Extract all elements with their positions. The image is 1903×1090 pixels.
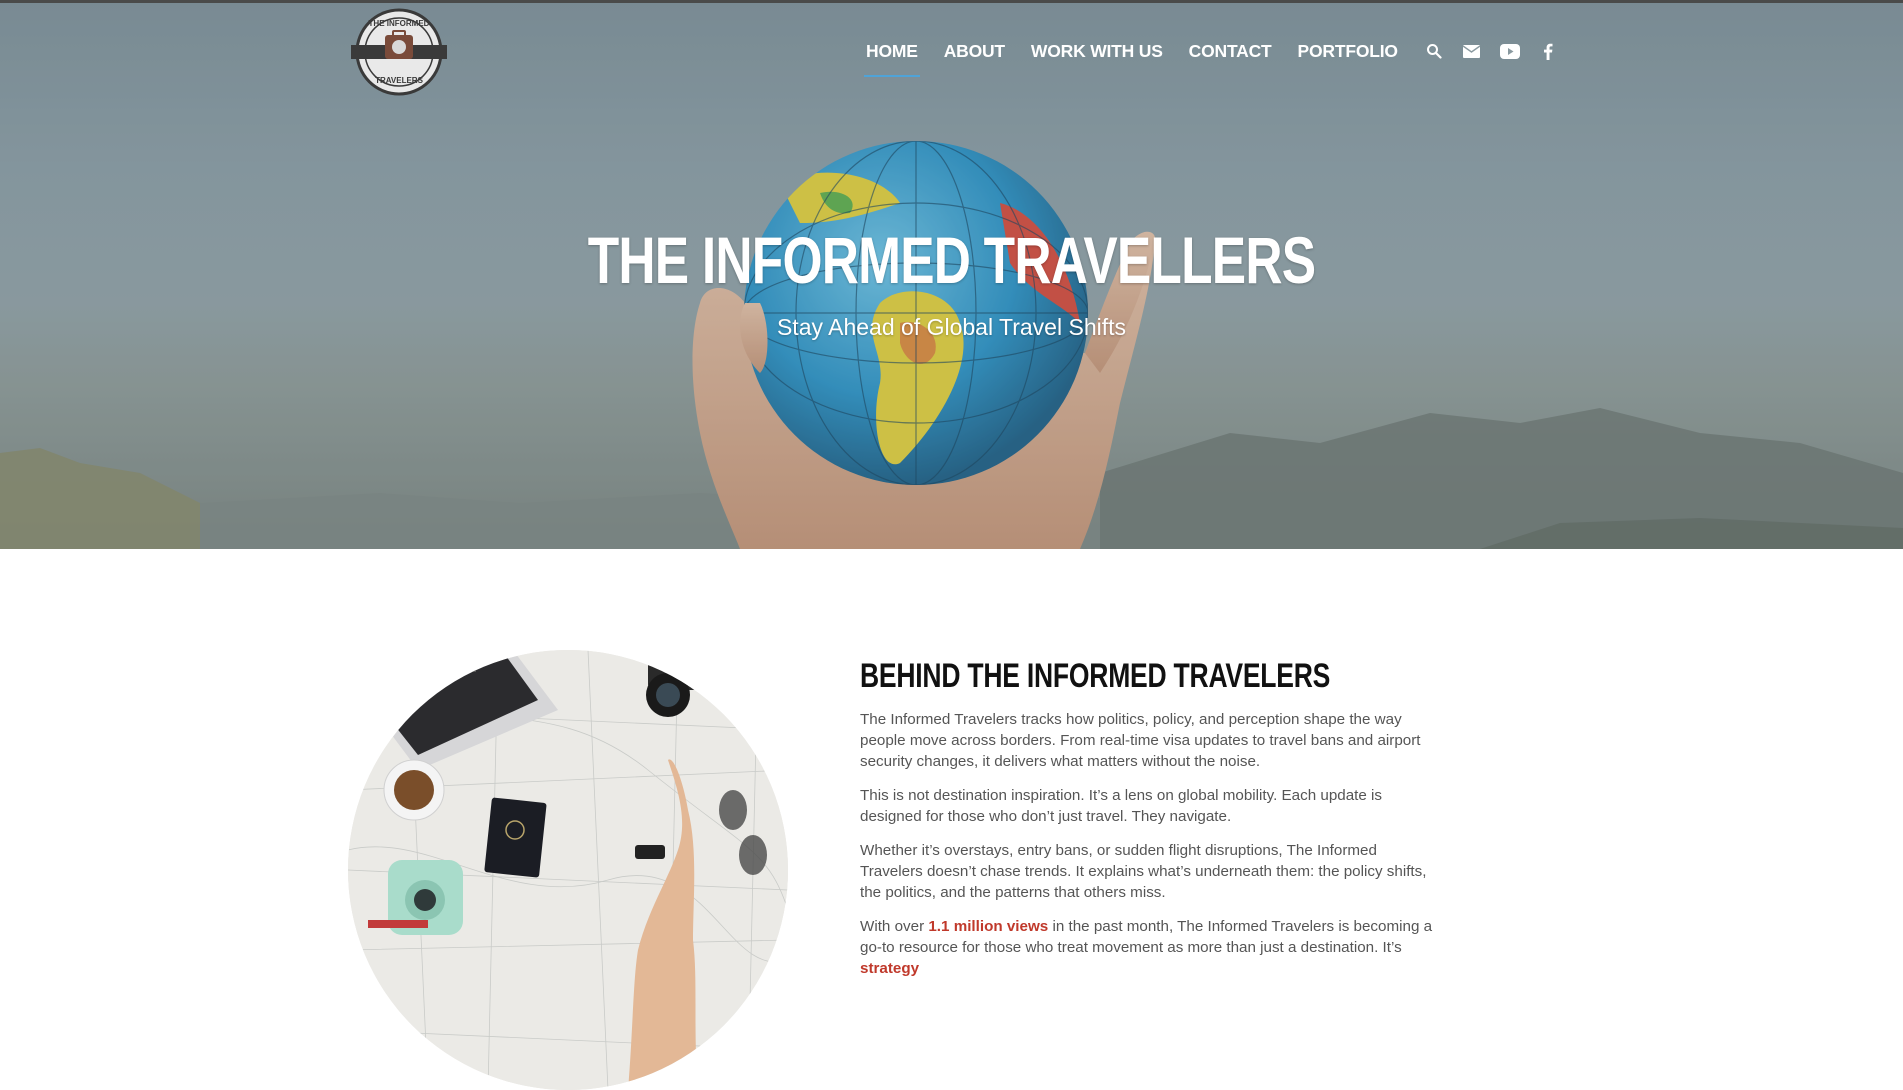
about-paragraph-4: With over 1.1 million views in the past … [860, 916, 1434, 979]
search-icon[interactable] [1424, 41, 1444, 61]
about-paragraph-1: The Informed Travelers tracks how politi… [860, 711, 1421, 770]
svg-text:THE INFORMED: THE INFORMED [369, 19, 430, 28]
about-text: BEHIND THE INFORMED TRAVELERS The Inform… [860, 655, 1434, 992]
youtube-icon[interactable] [1499, 41, 1520, 61]
logo-emblem: THE INFORMED TRAVELERS [351, 8, 447, 96]
views-intro: With over [860, 918, 929, 935]
social-icons [1424, 41, 1558, 61]
about-photo [348, 650, 788, 1090]
hero-title: THE INFORMED TRAVELLERS [587, 223, 1316, 297]
nav-about[interactable]: ABOUT [944, 39, 1005, 63]
about-paragraph-3: Whether it’s overstays, entry bans, or s… [860, 842, 1427, 901]
site-logo[interactable]: THE INFORMED TRAVELERS [347, 7, 451, 97]
hero-banner: THE INFORMED TRAVELLERS Stay Ahead of Gl… [0, 3, 1903, 549]
mail-icon[interactable] [1462, 41, 1482, 61]
nav-contact[interactable]: CONTACT [1189, 39, 1272, 63]
views-highlight: 1.1 million views [928, 918, 1049, 935]
svg-text:TRAVELERS: TRAVELERS [375, 76, 424, 85]
nav-work-with-us[interactable]: WORK WITH US [1031, 39, 1163, 63]
travel-flatlay-image [348, 650, 788, 1090]
about-paragraph-2: This is not destination inspiration. It’… [860, 787, 1383, 825]
nav-home[interactable]: HOME [864, 39, 920, 77]
hero-subtitle: Stay Ahead of Global Travel Shifts [776, 314, 1127, 340]
facebook-icon[interactable] [1538, 41, 1558, 61]
strategy-highlight: strategy [860, 960, 920, 977]
about-heading: BEHIND THE INFORMED TRAVELERS [860, 657, 1331, 695]
nav-portfolio[interactable]: PORTFOLIO [1298, 39, 1398, 63]
main-nav: HOME ABOUT WORK WITH US CONTACT PORTFOLI… [864, 39, 1558, 77]
